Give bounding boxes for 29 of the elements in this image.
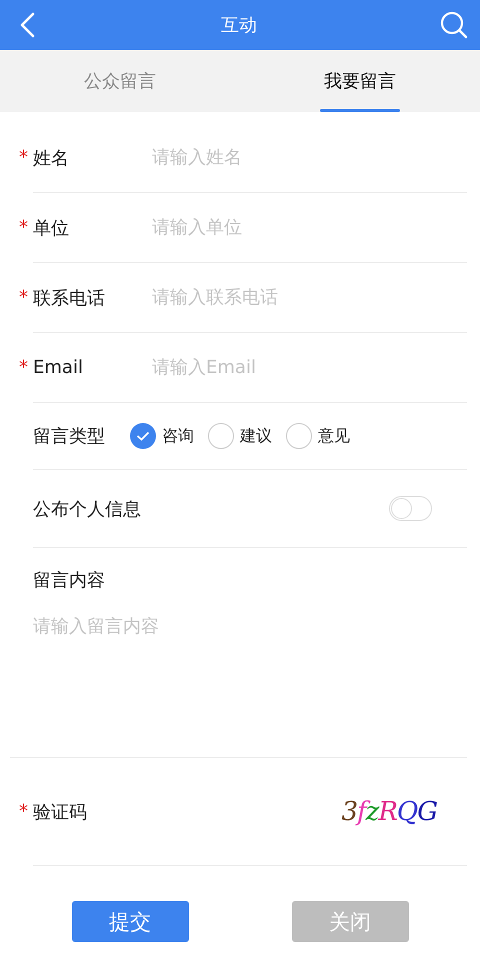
radio-option[interactable]: 意见 [286, 423, 350, 449]
required-asterisk: * [19, 357, 28, 378]
field-label: Email [33, 357, 84, 378]
radio-icon[interactable] [286, 423, 312, 449]
field-label: 公布个人信息 [33, 498, 142, 520]
field-label: 联系电话 [33, 286, 106, 310]
toggle-switch[interactable] [389, 496, 432, 521]
radio-option[interactable]: 建议 [208, 423, 272, 449]
required-asterisk: * [19, 147, 28, 168]
field-label: 留言类型 [33, 425, 106, 448]
required-asterisk: * [19, 287, 28, 308]
radio-icon[interactable] [208, 423, 234, 449]
field-label: 姓名 [33, 146, 70, 170]
input-field[interactable]: 请输入联系电话 [152, 287, 467, 308]
input-field[interactable]: 请输入姓名 [152, 147, 467, 168]
submit-button[interactable]: 提交 [72, 901, 188, 942]
page-title: 互动 [221, 14, 257, 37]
search-icon[interactable] [440, 11, 468, 39]
required-asterisk: * [19, 801, 28, 822]
input-field[interactable]: 请输入Email [152, 357, 467, 378]
radio-icon[interactable] [130, 423, 156, 449]
radio-option[interactable]: 咨询 [130, 423, 194, 449]
field-label: 单位 [33, 216, 70, 240]
field-label: 验证码 [33, 800, 88, 824]
required-asterisk: * [19, 217, 28, 238]
captcha-image[interactable]: 3fzRQG [341, 796, 437, 826]
field-label: 留言内容 [33, 569, 106, 592]
input-field[interactable]: 请输入单位 [152, 217, 467, 238]
tab[interactable]: 我要留言 [240, 50, 480, 112]
